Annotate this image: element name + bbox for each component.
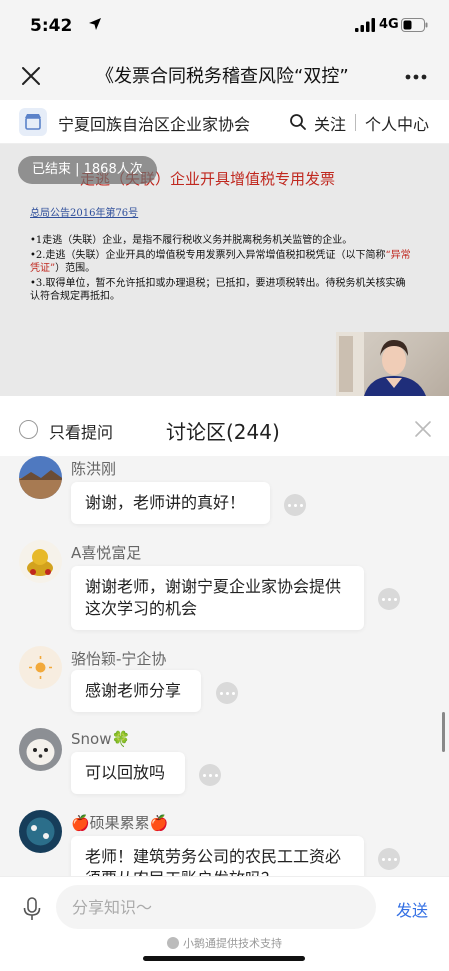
close-discussion-icon[interactable] [414,420,432,438]
chat-author: 骆怡颖-宁企协 [71,650,167,668]
location-arrow-icon [89,18,101,30]
follow-button[interactable]: 关注 [314,111,346,135]
slide-bullet-text: ）范围。 [55,263,96,274]
xiaoe-logo-icon [167,937,179,949]
org-bar: 宁夏回族自治区企业家协会 关注 个人中心 [0,100,449,144]
divider [355,114,356,131]
live-room-page: 5:42 4G 《发票合同税务稽查风险“双控” 宁夏回族自治区企业家协会 关注 … [0,0,449,971]
cellular-signal-icon [355,18,375,32]
message-more-icon[interactable] [199,764,221,786]
slide-bullet: •3.取得单位，暂不允许抵扣或办理退税；已抵扣，要进项税转出。待税务机关核实确认… [30,278,406,302]
battery-icon [401,18,428,32]
personal-center-button[interactable]: 个人中心 [365,111,429,135]
message-more-icon[interactable] [378,588,400,610]
slide-bullet: •2.走逃（失联）企业开具的增值税专用发票列入异常增值税扣税凭证（以下简称“异常… [30,249,415,275]
discussion-header: 只看提问 讨论区(244) [0,396,449,456]
slide-bullet: •1走逃（失联）企业，是指不履行税收义务并脱离税务机关监管的企业。 [30,235,353,246]
message-more-icon[interactable] [284,494,306,516]
avatar[interactable] [19,456,62,499]
page-title: 《发票合同税务稽查风险“双控” [96,66,349,87]
org-name[interactable]: 宁夏回族自治区企业家协会 [58,111,250,135]
ended-status-badge: 已结束 | 1868人次 [18,156,157,184]
message-more-icon[interactable] [216,682,238,704]
chat-author: 🍎硕果累累🍎 [71,814,169,832]
share-knowledge-input[interactable] [56,885,376,929]
discussion-title: 讨论区(244) [166,420,280,444]
chat-bubble: 感谢老师分享 [71,670,201,712]
status-bar: 5:42 4G [0,0,449,52]
close-icon[interactable] [20,65,42,87]
home-indicator [143,956,305,961]
org-logo[interactable] [19,108,47,136]
chat-author: A喜悦富足 [71,544,142,562]
only-questions-label[interactable]: 只看提问 [49,419,113,443]
slide-link: 总局公告2016年第76号 [30,208,139,219]
slide-viewer[interactable]: 走逃（失联）企业开具增值税专用发票 已结束 | 1868人次 总局公告2016年… [0,144,449,396]
send-button[interactable]: 发送 [396,897,428,921]
scrollbar[interactable] [442,712,445,752]
chat-bubble: 谢谢，老师讲的真好！ [71,482,270,524]
slide-bullet-text: •2.走逃（失联）企业开具的增值税专用发票列入异常增值税扣税凭证（以下简称 [30,250,386,261]
microphone-icon[interactable] [22,897,42,921]
status-time: 5:42 [30,16,73,36]
title-bar: 《发票合同税务稽查风险“双控” [0,52,449,100]
powered-by-footer: 小鹅通提供技术支持 [0,935,449,951]
powered-by-text: 小鹅通提供技术支持 [183,937,282,950]
chat-bubble: 老师！建筑劳务公司的农民工工资必须要从农民工账户发放吗？ [71,836,364,876]
network-type-label: 4G [379,17,399,32]
speaker-figure [336,332,426,396]
avatar[interactable] [19,646,62,689]
shop-icon [25,114,41,130]
speaker-video[interactable] [336,332,449,396]
chat-bubble: 谢谢老师，谢谢宁夏企业家协会提供这次学习的机会 [71,566,364,630]
chat-list[interactable]: 陈洪刚 谢谢，老师讲的真好！ A喜悦富足 谢谢老师，谢谢宁夏企业家协会提供这次学… [0,456,449,876]
chat-author: Snow🍀 [71,730,131,748]
message-more-icon[interactable] [378,848,400,870]
slide-bullets: •1走逃（失联）企业，是指不履行税收义务并脱离税务机关监管的企业。 •2.走逃（… [30,234,415,305]
more-options-icon[interactable] [405,74,427,80]
avatar[interactable] [19,728,62,771]
search-icon[interactable] [289,113,307,131]
chat-bubble: 可以回放吗 [71,752,185,794]
chat-author: 陈洪刚 [71,460,117,478]
avatar[interactable] [19,810,62,853]
avatar[interactable] [19,540,62,583]
only-questions-radio[interactable] [19,420,38,439]
